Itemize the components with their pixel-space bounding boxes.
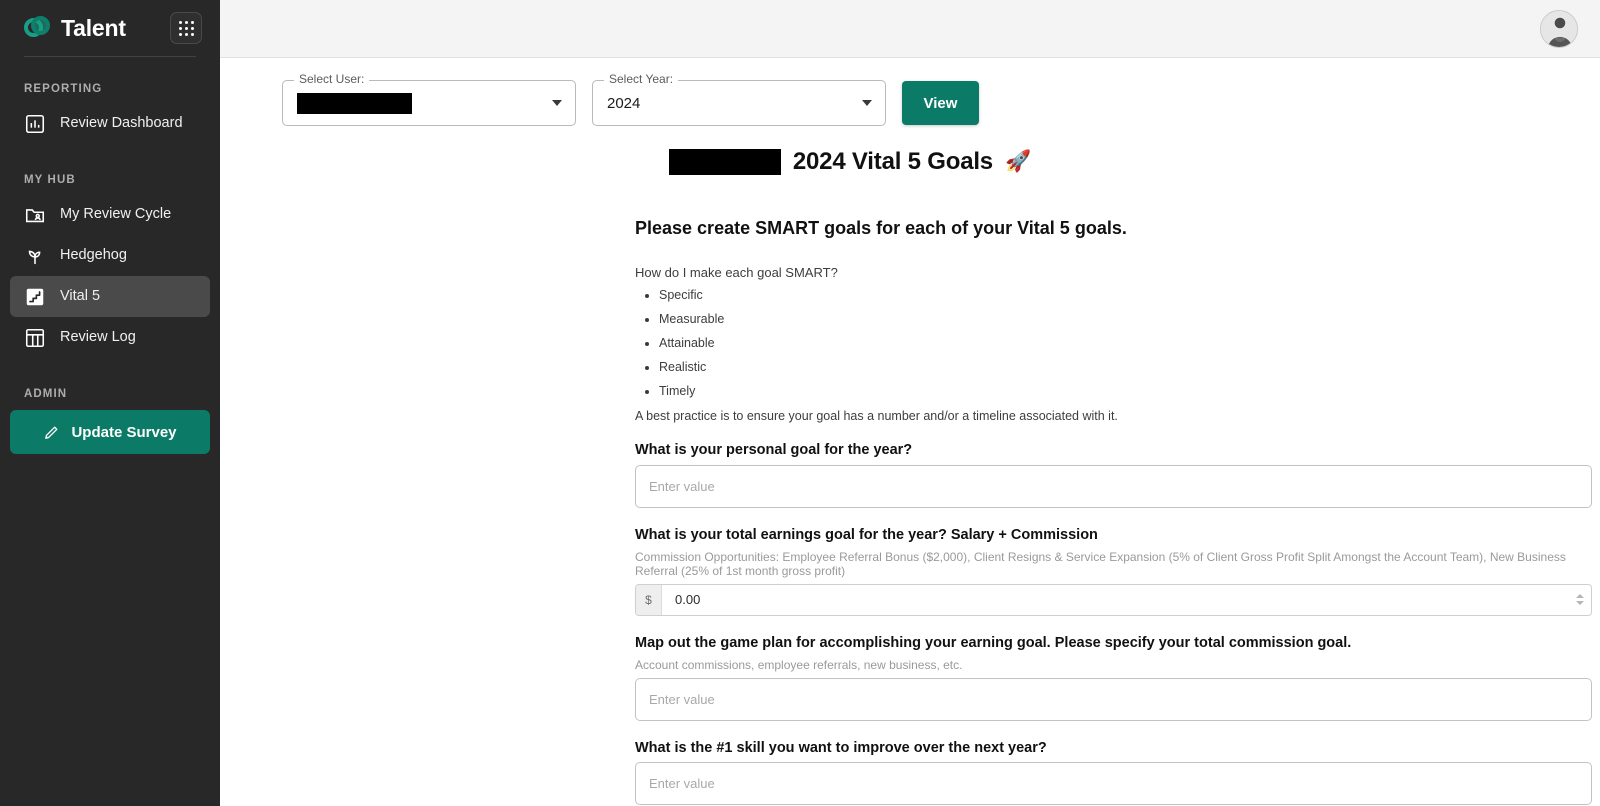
smart-note: A best practice is to ensure your goal h… bbox=[635, 409, 1118, 423]
brand[interactable]: Talent bbox=[24, 15, 126, 42]
sidebar-item-review-dashboard[interactable]: Review Dashboard bbox=[10, 103, 210, 144]
question-label: What is your total earnings goal for the… bbox=[635, 526, 1098, 543]
user-avatar-photo bbox=[1541, 10, 1577, 47]
filter-row: Select User: Select Year: 2024 View bbox=[220, 58, 1600, 126]
sidebar-section-reporting: REPORTING bbox=[24, 83, 103, 95]
avatar[interactable] bbox=[1540, 9, 1578, 48]
smart-intro: How do I make each goal SMART? bbox=[635, 265, 838, 280]
chevron-down-icon bbox=[862, 100, 872, 106]
question-top-skill: What is the #1 skill you want to improve… bbox=[635, 739, 1592, 806]
brand-name: Talent bbox=[61, 14, 126, 41]
question-label: Map out the game plan for accomplishing … bbox=[635, 634, 1352, 651]
main-area: Select User: Select Year: 2024 View 2024… bbox=[220, 0, 1600, 806]
question-label: What is the #1 skill you want to improve… bbox=[635, 739, 1047, 756]
question-help-text: Account commissions, employee referrals,… bbox=[635, 657, 963, 672]
question-personal-goal: What is your personal goal for the year?… bbox=[635, 441, 1592, 508]
sidebar-item-label: Review Dashboard bbox=[60, 115, 183, 132]
vital5-form: Please create SMART goals for each of yo… bbox=[635, 176, 1592, 806]
list-item: Realistic bbox=[659, 358, 1592, 377]
total-earnings-currency-input[interactable]: $ 0.00 bbox=[635, 583, 1592, 616]
sidebar-divider bbox=[24, 56, 196, 57]
question-game-plan: Map out the game plan for accomplishing … bbox=[635, 634, 1592, 721]
sidebar-item-label: Review Log bbox=[60, 329, 136, 346]
page-title-name-redacted bbox=[668, 149, 781, 175]
top-bar bbox=[220, 0, 1600, 58]
form-heading: Please create SMART goals for each of yo… bbox=[635, 218, 1127, 238]
smart-list: Specific Measurable Attainable Realistic… bbox=[635, 286, 1592, 401]
sidebar-item-label: Hedgehog bbox=[60, 247, 127, 264]
app-root: Talent REPORTING Review Dashboard MY HUB… bbox=[0, 0, 1600, 806]
select-user-dropdown[interactable]: Select User: bbox=[282, 73, 576, 126]
list-item: Measurable bbox=[659, 310, 1592, 329]
input-placeholder: Enter value bbox=[649, 478, 715, 494]
update-survey-button[interactable]: Update Survey bbox=[10, 410, 210, 454]
sidebar-item-hedgehog[interactable]: Hedgehog bbox=[10, 235, 210, 276]
currency-value: 0.00 bbox=[675, 592, 701, 608]
question-total-earnings-goal: What is your total earnings goal for the… bbox=[635, 526, 1592, 616]
sidebar-item-label: Vital 5 bbox=[60, 288, 101, 305]
page-title-text: 2024 Vital 5 Goals bbox=[792, 148, 993, 175]
sidebar-item-vital-5[interactable]: Vital 5 bbox=[10, 276, 210, 317]
sidebar-item-review-log[interactable]: Review Log bbox=[10, 317, 210, 358]
sidebar-section-my-hub: MY HUB bbox=[24, 174, 76, 186]
question-label: What is your personal goal for the year? bbox=[635, 442, 913, 458]
update-survey-label: Update Survey bbox=[71, 423, 177, 441]
select-user-label: Select User: bbox=[294, 73, 370, 85]
select-year-value: 2024 bbox=[607, 94, 641, 112]
number-stepper[interactable] bbox=[1569, 585, 1591, 615]
table-icon bbox=[25, 328, 45, 347]
sidebar-item-my-review-cycle[interactable]: My Review Cycle bbox=[10, 194, 210, 235]
top-skill-input[interactable]: Enter value bbox=[635, 762, 1592, 806]
content: Select User: Select Year: 2024 View 2024… bbox=[220, 58, 1600, 806]
pencil-icon bbox=[45, 426, 58, 439]
question-help-text: Commission Opportunities: Employee Refer… bbox=[635, 549, 1566, 578]
sprout-icon bbox=[28, 250, 41, 264]
dollar-sign-prefix: $ bbox=[636, 584, 662, 615]
chevron-down-icon bbox=[552, 100, 562, 106]
list-item: Specific bbox=[659, 286, 1592, 305]
sidebar-header: Talent bbox=[0, 0, 220, 54]
sidebar-section-admin: ADMIN bbox=[24, 388, 68, 400]
list-item: Timely bbox=[659, 382, 1592, 401]
talent-logo-icon bbox=[24, 15, 51, 42]
select-year-dropdown[interactable]: Select Year: 2024 bbox=[592, 73, 886, 126]
stairs-up-icon bbox=[26, 288, 44, 305]
input-placeholder: Enter value bbox=[649, 691, 715, 707]
rocket-icon: 🚀 bbox=[1004, 150, 1032, 173]
select-year-label: Select Year: bbox=[604, 73, 679, 85]
apps-grid-icon[interactable] bbox=[170, 12, 202, 44]
personal-goal-input[interactable]: Enter value bbox=[635, 464, 1592, 508]
select-user-value-redacted bbox=[297, 92, 412, 114]
sidebar-item-label: My Review Cycle bbox=[60, 206, 172, 223]
bar-chart-icon bbox=[25, 114, 45, 133]
game-plan-input[interactable]: Enter value bbox=[635, 677, 1592, 721]
page-title: 2024 Vital 5 Goals 🚀 bbox=[220, 148, 1600, 176]
folder-user-icon bbox=[25, 208, 45, 222]
sidebar: Talent REPORTING Review Dashboard MY HUB… bbox=[0, 0, 220, 806]
list-item: Attainable bbox=[659, 334, 1592, 353]
view-button[interactable]: View bbox=[902, 81, 979, 125]
input-placeholder: Enter value bbox=[649, 776, 715, 792]
